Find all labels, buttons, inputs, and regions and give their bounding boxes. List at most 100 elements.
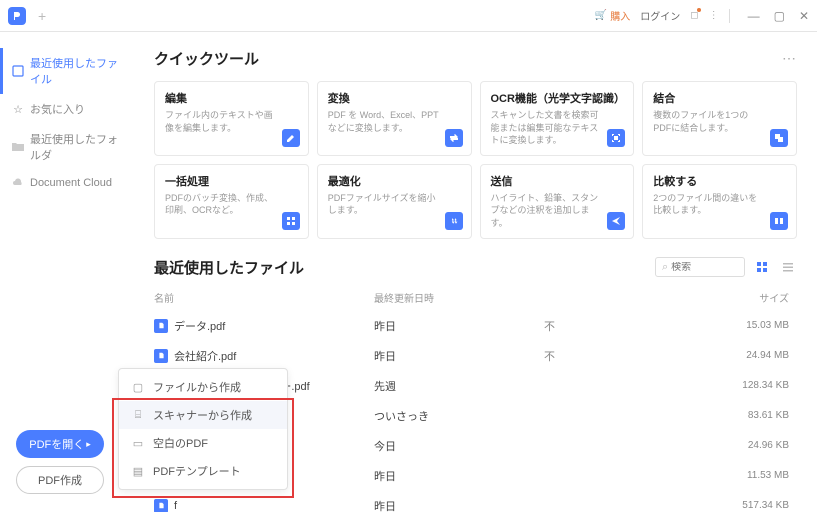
ocr-icon [607,129,625,147]
tool-title: 比較する [653,173,786,189]
open-pdf-button[interactable]: PDFを開く ▸ [16,430,104,458]
popup-label: スキャナーから作成 [153,407,252,423]
tool-send[interactable]: 送信 ハイライト、鉛筆、スタンプなどの注釈を追加します。 [480,164,635,239]
table-row[interactable]: 会社紹介.pdf昨日不24.94 MB [154,341,797,371]
header-size: サイズ [694,290,797,305]
file-date: 昨日 [374,318,544,334]
open-label: PDFを開く [29,436,84,452]
recent-icon [12,65,24,77]
file-date: 昨日 [374,498,544,512]
sidebar-item-document-cloud[interactable]: Document Cloud [0,170,140,196]
tool-title: 一括処理 [165,173,298,189]
popup-label: PDFテンプレート [153,463,241,479]
folder-icon [12,141,24,153]
tool-desc: ファイル内のテキストや画像を編集します。 [165,109,298,134]
purchase-label: 購入 [610,8,630,23]
tool-desc: PDF を Word、Excel、PPT などに変換します。 [328,109,461,134]
tool-desc: 2つのファイル間の違いを比較します。 [653,192,786,217]
purchase-link[interactable]: 🛒 購入 [595,8,630,23]
sidebar-item-recent-folders[interactable]: 最近使用したフォルダ [0,124,140,170]
file-name: データ.pdf [174,318,225,334]
scanner-icon: ⌸ [131,408,145,422]
header-pin [544,290,694,305]
table-header: 名前 最終更新日時 サイズ [154,284,797,311]
file-size: 83.61 KB [694,410,797,421]
popup-blank[interactable]: ▭ 空白のPDF [119,429,287,457]
more-icon[interactable]: ⋯ [782,50,797,67]
file-date: 昨日 [374,468,544,484]
view-grid-icon[interactable] [753,258,771,276]
separator [729,9,730,23]
tool-optimize[interactable]: 最適化 PDFファイルサイズを縮小します。 [317,164,472,239]
cart-icon: 🛒 [595,10,607,21]
titlebar-left: + [8,7,46,25]
tool-title: 結合 [653,90,786,106]
tool-batch[interactable]: 一括処理 PDFのバッチ変換、作成、印刷、OCRなど。 [154,164,309,239]
file-date: 先週 [374,378,544,394]
file-date: ついさっき [374,408,544,424]
pin-icon: 不 [544,351,555,363]
file-size: 128.34 KB [694,380,797,391]
minimize-button[interactable]: — [748,9,760,23]
new-tab-icon[interactable]: + [38,8,46,24]
cloud-icon [12,177,24,189]
close-button[interactable]: ✕ [799,9,809,23]
tool-title: 変換 [328,90,461,106]
tool-combine[interactable]: 結合 複数のファイルを1つのPDFに結合します。 [642,81,797,156]
star-icon: ☆ [12,103,24,115]
send-icon [607,212,625,230]
convert-icon [445,129,463,147]
tool-desc: スキャンした文書を検索可能または編集可能なテキストに変換します。 [491,109,624,147]
popup-label: 空白のPDF [153,435,208,451]
pin-icon: 不 [544,321,555,333]
folder-icon: ▢ [131,380,145,394]
file-date: 今日 [374,438,544,454]
sidebar-label: お気に入り [30,101,85,117]
file-name: 会社紹介.pdf [174,348,236,364]
template-icon: ▤ [131,464,145,478]
popup-from-scanner[interactable]: ⌸ スキャナーから作成 [119,401,287,429]
table-row[interactable]: データ.pdf 昨日不 15.03 MB [154,311,797,341]
header-date: 最終更新日時 [374,290,544,305]
search-icon: ⌕ [662,261,668,274]
compare-icon [770,212,788,230]
maximize-button[interactable]: ▢ [774,9,785,23]
titlebar: + 🛒 購入 ログイン ◻ ⋮ — ▢ ✕ [0,0,817,32]
sidebar-item-favorites[interactable]: ☆ お気に入り [0,94,140,124]
app-icon [8,7,26,25]
pdf-file-icon [154,319,168,333]
pdf-file-icon [154,499,168,512]
tool-desc: PDFファイルサイズを縮小します。 [328,192,461,217]
tool-compare[interactable]: 比較する 2つのファイル間の違いを比較します。 [642,164,797,239]
file-name: f [174,500,177,512]
tool-title: 編集 [165,90,298,106]
blank-icon: ▭ [131,436,145,450]
view-list-icon[interactable] [779,258,797,276]
tool-ocr[interactable]: OCR機能（光学文字認識） スキャンした文書を検索可能または編集可能なテキストに… [480,81,635,156]
recent-controls: ⌕ [655,257,797,277]
create-pdf-popup: ▢ ファイルから作成 ⌸ スキャナーから作成 ▭ 空白のPDF ▤ PDFテンプ… [118,368,288,490]
file-pin: 不 [544,318,694,334]
tool-title: 送信 [491,173,624,189]
titlebar-right: 🛒 購入 ログイン ◻ ⋮ — ▢ ✕ [595,8,809,23]
popup-from-file[interactable]: ▢ ファイルから作成 [119,373,287,401]
chevron-right-icon: ▸ [86,439,91,450]
search-box[interactable]: ⌕ [655,257,745,277]
file-size: 15.03 MB [694,320,797,331]
quicktools-grid: 編集 ファイル内のテキストや画像を編集します。 変換 PDF を Word、Ex… [154,81,797,239]
search-input[interactable] [671,262,738,273]
login-link[interactable]: ログイン [640,8,680,23]
create-pdf-button[interactable]: PDF作成 [16,466,104,494]
kebab-menu-icon[interactable]: ⋮ [709,10,719,21]
table-row[interactable]: f昨日517.34 KB [154,491,797,512]
file-size: 24.94 MB [694,350,797,361]
tool-convert[interactable]: 変換 PDF を Word、Excel、PPT などに変換します。 [317,81,472,156]
popup-template[interactable]: ▤ PDFテンプレート [119,457,287,485]
tool-edit[interactable]: 編集 ファイル内のテキストや画像を編集します。 [154,81,309,156]
recent-title: 最近使用したファイル [154,257,304,278]
tool-desc: ハイライト、鉛筆、スタンプなどの注釈を追加します。 [491,192,624,230]
tool-title: OCR機能（光学文字認識） [491,90,624,106]
sidebar-item-recent-files[interactable]: 最近使用したファイル [0,48,140,94]
notification-icon[interactable]: ◻ [690,10,698,21]
batch-icon [282,212,300,230]
